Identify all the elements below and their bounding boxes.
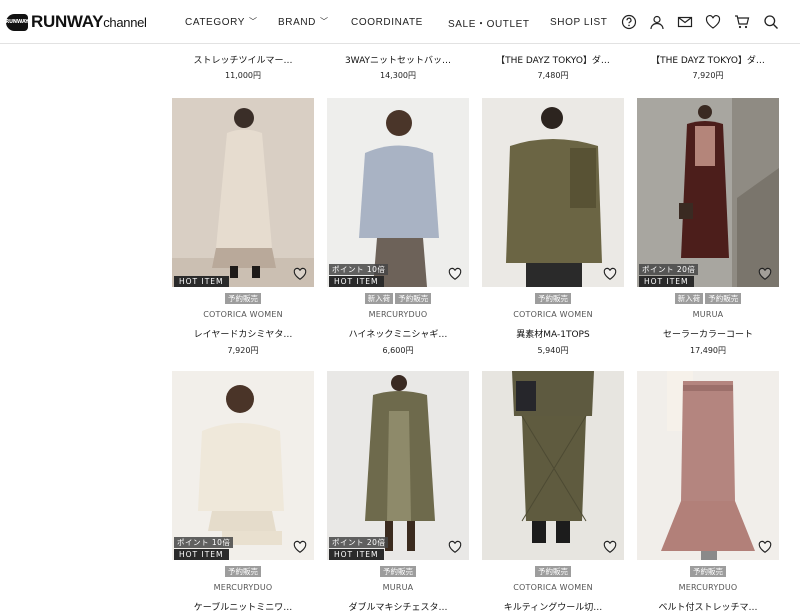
chevron-down-icon: ﹀ — [249, 16, 258, 26]
hot-item-badge: HOT ITEM — [639, 276, 694, 287]
point-badge: ポイント 20倍 — [639, 264, 699, 275]
nav-coordinate[interactable]: COORDINATE — [351, 0, 423, 44]
product-name[interactable]: キルティングウール切… — [482, 600, 624, 611]
product-name[interactable]: 異素材MA-1TOPS — [482, 327, 624, 340]
point-badge: ポイント 10倍 — [174, 537, 234, 548]
preorder-tag: 予約販売 — [535, 293, 571, 304]
help-icon[interactable] — [620, 13, 638, 31]
product-brand[interactable]: MERCURYDUO — [172, 583, 314, 592]
product-price: 7,920円 — [692, 71, 724, 80]
favorite-heart-icon[interactable] — [448, 539, 462, 553]
logo-text: RUNWAYchannel — [31, 12, 147, 32]
product-brand[interactable]: MURUA — [327, 583, 469, 592]
product-image[interactable] — [172, 98, 314, 287]
product-image[interactable] — [637, 371, 779, 560]
point-badge: ポイント 20倍 — [329, 537, 389, 548]
preorder-tag: 予約販売 — [705, 293, 742, 304]
product-price: 6,600円 — [382, 346, 414, 355]
logo-main-text: RUNWAY — [31, 12, 104, 31]
product-name[interactable]: レイヤードカシミヤタ… — [172, 327, 314, 340]
nav-brand-label: BRAND — [278, 16, 317, 28]
product-price: 7,920円 — [227, 346, 259, 355]
cart-icon[interactable] — [733, 13, 751, 31]
product-name[interactable]: ケーブルニットミニワ… — [172, 600, 314, 611]
product-image[interactable] — [482, 98, 624, 287]
tag-list: 予約販売 — [637, 566, 779, 577]
product-price: 17,490円 — [690, 346, 726, 355]
nav-coordinate-label: COORDINATE — [351, 16, 423, 28]
favorite-heart-icon[interactable] — [293, 266, 307, 280]
product-brand[interactable]: COTORICA WOMEN — [482, 583, 624, 592]
nav-sale-outlet-label: SALE・OUTLET — [448, 18, 530, 30]
favorite-heart-icon[interactable] — [603, 539, 617, 553]
product-price: 7,480円 — [537, 71, 569, 80]
preorder-tag: 予約販売 — [535, 566, 571, 577]
product-image[interactable] — [172, 371, 314, 560]
nav-category[interactable]: CATEGORY ﹀ — [185, 0, 258, 44]
product-brand[interactable]: MURUA — [637, 310, 779, 319]
product-brand[interactable]: MERCURYDUO — [637, 583, 779, 592]
product-name[interactable]: 【THE DAYZ TOKYO】ダ… — [637, 53, 779, 66]
preorder-tag: 予約販売 — [690, 566, 726, 577]
new-arrival-tag: 新入荷 — [364, 293, 394, 304]
product-name[interactable]: ベルト付ストレッチマ… — [637, 600, 779, 611]
logo-sub-text: channel — [103, 15, 147, 30]
product-image[interactable] — [482, 371, 624, 560]
favorite-heart-icon[interactable] — [603, 266, 617, 280]
tag-list: 予約販売 — [172, 566, 314, 577]
mail-icon[interactable] — [676, 13, 694, 31]
search-icon[interactable] — [762, 13, 780, 31]
favorite-heart-icon[interactable] — [758, 539, 772, 553]
product-price: 11,000円 — [225, 71, 261, 80]
site-header: RUNWAY RUNWAYchannel CATEGORY ﹀ BRAND ﹀ CO… — [0, 0, 800, 44]
product-name[interactable]: 【THE DAYZ TOKYO】ダ… — [482, 53, 624, 66]
nav-brand[interactable]: BRAND ﹀ — [278, 0, 329, 44]
preorder-tag: 予約販売 — [225, 293, 261, 304]
nav-sale-outlet[interactable]: SALE・OUTLET — [448, 0, 530, 44]
nav-shop-list[interactable]: SHOP LIST — [550, 0, 607, 44]
favorite-heart-icon[interactable] — [758, 266, 772, 280]
chevron-down-icon: ﹀ — [320, 16, 329, 26]
site-logo[interactable]: RUNWAY RUNWAYchannel — [5, 12, 147, 32]
tag-list: 新入荷 予約販売 — [637, 293, 779, 304]
product-price: 5,940円 — [537, 346, 569, 355]
point-badge: ポイント 10倍 — [329, 264, 389, 275]
product-name[interactable]: ダブルマキシチェスタ… — [327, 600, 469, 611]
favorite-heart-icon[interactable] — [293, 539, 307, 553]
tag-list: 新入荷 予約販売 — [327, 293, 469, 304]
hot-item-badge: HOT ITEM — [329, 276, 384, 287]
product-name[interactable]: ハイネックミニシャギ… — [327, 327, 469, 340]
nav-category-label: CATEGORY — [185, 16, 245, 28]
tag-list: 予約販売 — [482, 566, 624, 577]
new-arrival-tag: 新入荷 — [674, 293, 704, 304]
hot-item-badge: HOT ITEM — [174, 549, 229, 560]
hot-item-badge: HOT ITEM — [174, 276, 229, 287]
product-brand[interactable]: COTORICA WOMEN — [482, 310, 624, 319]
nav-shop-list-label: SHOP LIST — [550, 16, 608, 28]
tag-list: 予約販売 — [482, 293, 624, 304]
product-name[interactable]: 3WAYニットセットバッ… — [327, 53, 469, 66]
product-name[interactable]: セーラーカラーコート — [637, 327, 779, 340]
user-icon[interactable] — [648, 13, 666, 31]
preorder-tag: 予約販売 — [225, 566, 261, 577]
preorder-tag: 予約販売 — [380, 566, 416, 577]
product-image[interactable] — [327, 371, 469, 560]
product-image[interactable] — [637, 98, 779, 287]
product-brand[interactable]: COTORICA WOMEN — [172, 310, 314, 319]
hot-item-badge: HOT ITEM — [329, 549, 384, 560]
product-price: 14,300円 — [380, 71, 416, 80]
heart-icon[interactable] — [704, 13, 722, 31]
logo-mark: RUNWAY — [5, 13, 29, 31]
tag-list: 予約販売 — [172, 293, 314, 304]
tag-list: 予約販売 — [327, 566, 469, 577]
product-image[interactable] — [327, 98, 469, 287]
product-name[interactable]: ストレッチツイルマー… — [172, 53, 314, 66]
preorder-tag: 予約販売 — [395, 293, 432, 304]
favorite-heart-icon[interactable] — [448, 266, 462, 280]
product-brand[interactable]: MERCURYDUO — [327, 310, 469, 319]
